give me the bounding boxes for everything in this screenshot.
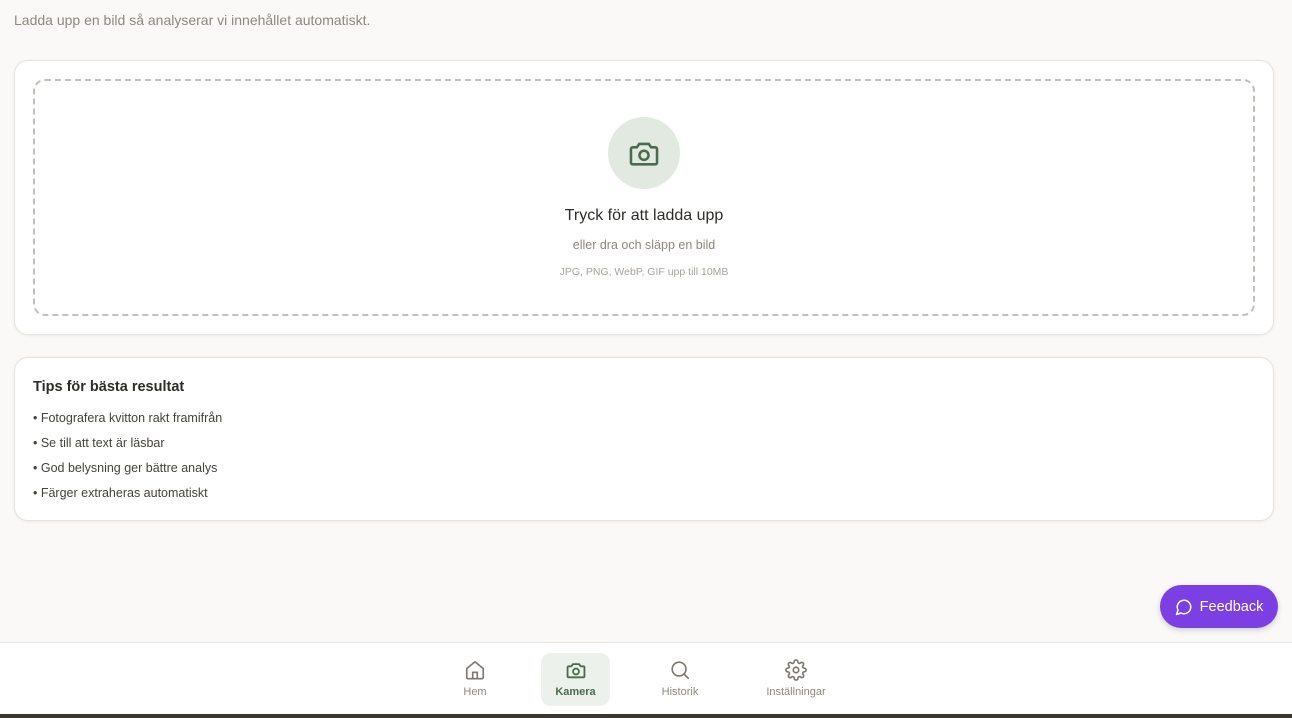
tips-list: • Fotografera kvitton rakt framifrån • S… <box>33 410 222 510</box>
tip-item: • Se till att text är läsbar <box>33 436 165 450</box>
intro-text: Ladda upp en bild så analyserar vi inneh… <box>14 12 371 28</box>
tip-item: • God belysning ger bättre analys <box>33 461 218 475</box>
camera-icon <box>565 659 587 681</box>
camera-page: Ladda upp en bild så analyserar vi inneh… <box>0 0 1292 718</box>
tips-title: Tips för bästa resultat <box>33 379 185 395</box>
feedback-button[interactable]: Feedback <box>1160 585 1278 628</box>
nav-item-historik[interactable]: Historik <box>648 653 712 706</box>
nav-item-installningar[interactable]: Inställningar <box>756 653 836 706</box>
gear-icon <box>785 659 807 681</box>
nav-label-kamera: Kamera <box>555 686 596 698</box>
bottom-edge-bar <box>0 714 1292 718</box>
nav-label-historik: Historik <box>661 686 699 698</box>
bottom-nav: Hem Kamera Historik Inställningar <box>0 642 1292 714</box>
upload-card: Tryck för att ladda upp eller dra och sl… <box>14 60 1274 335</box>
upload-dropzone[interactable]: Tryck för att ladda upp eller dra och sl… <box>33 79 1255 316</box>
nav-label-installningar: Inställningar <box>766 686 826 698</box>
tips-card: Tips för bästa resultat • Fotografera kv… <box>14 357 1274 521</box>
search-icon <box>669 659 691 681</box>
camera-icon <box>608 117 680 189</box>
nav-item-hem[interactable]: Hem <box>447 653 503 706</box>
tip-item: • Färger extraheras automatiskt <box>33 486 208 500</box>
upload-title: Tryck för att ladda upp <box>564 207 724 224</box>
upload-subtitle: eller dra och släpp en bild <box>572 238 716 252</box>
nav-item-kamera[interactable]: Kamera <box>541 653 610 706</box>
home-icon <box>464 659 486 681</box>
nav-label-hem: Hem <box>463 686 487 698</box>
chat-bubble-icon <box>1175 598 1193 616</box>
upload-formats: JPG, PNG, WebP, GIF upp till 10MB <box>559 266 729 278</box>
feedback-label: Feedback <box>1199 598 1264 615</box>
tip-item: • Fotografera kvitton rakt framifrån <box>33 411 223 425</box>
